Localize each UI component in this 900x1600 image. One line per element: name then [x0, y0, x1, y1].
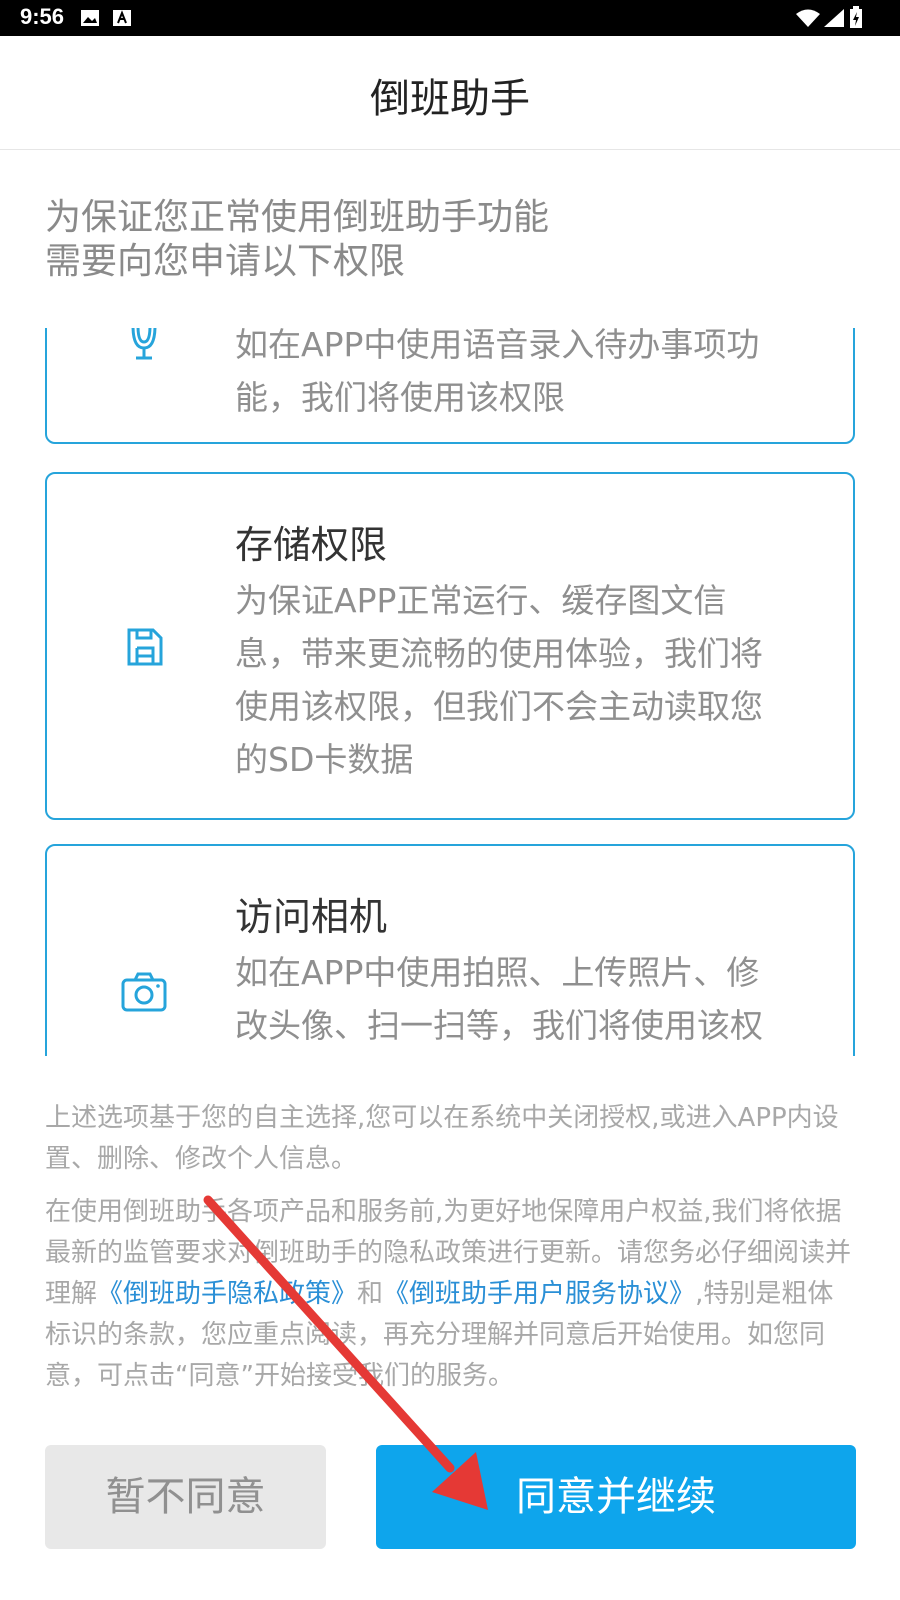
title-bar: 倒班助手	[0, 36, 900, 150]
privacy-policy-link[interactable]: 《倒班助手隐私政策》	[97, 1279, 357, 1309]
camera-icon	[121, 972, 167, 1012]
permission-intro: 为保证您正常使用倒班助手功能 需要向您申请以下权限	[45, 196, 549, 284]
permission-title: 存储权限	[235, 523, 388, 567]
battery-icon	[850, 6, 862, 28]
status-bar: 9:56	[0, 0, 900, 36]
decline-button[interactable]: 暂不同意	[45, 1445, 326, 1549]
permission-desc: 如在APP中使用拍照、上传照片、修 改头像、扫一扫等，我们将使用该权	[235, 953, 763, 1045]
app-notification-icon	[113, 10, 131, 26]
notice-choice-text: 上述选项基于您的自主选择,您可以在系统中关闭授权,或进入APP内设置、删除、修改…	[45, 1103, 839, 1174]
permission-list[interactable]: 如在APP中使用语音录入待办事项功 能，我们将使用该权限 存储权限 为保证APP…	[45, 328, 855, 1056]
status-time: 9:56	[20, 4, 65, 29]
permission-card-storage: 存储权限 为保证APP正常运行、缓存图文信 息，带来更流畅的使用体验，我们将 使…	[45, 472, 855, 820]
notice-policy-text: 在使用倒班助手各项产品和服务前,为更好地保障用户权益,我们将依据最新的监管要求对…	[45, 1197, 852, 1391]
intro-line-2: 需要向您申请以下权限	[45, 241, 406, 282]
permission-desc: 如在APP中使用语音录入待办事项功 能，我们将使用该权限	[235, 328, 760, 417]
signal-icon	[824, 9, 844, 27]
wifi-icon	[796, 9, 820, 27]
image-notification-icon	[81, 10, 99, 26]
permission-card-microphone: 如在APP中使用语音录入待办事项功 能，我们将使用该权限	[45, 328, 855, 444]
storage-icon	[127, 628, 163, 666]
page-title: 倒班助手	[370, 76, 530, 122]
permission-card-camera: 访问相机 如在APP中使用拍照、上传照片、修 改头像、扫一扫等，我们将使用该权	[45, 844, 855, 1056]
permission-desc: 为保证APP正常运行、缓存图文信 息，带来更流畅的使用体验，我们将 使用该权限，…	[235, 581, 763, 779]
service-agreement-link[interactable]: 《倒班助手用户服务协议》	[383, 1279, 695, 1309]
permission-title: 访问相机	[235, 895, 388, 939]
intro-line-1: 为保证您正常使用倒班助手功能	[45, 197, 550, 238]
agree-continue-button[interactable]: 同意并继续	[376, 1445, 856, 1549]
microphone-icon	[131, 328, 157, 360]
